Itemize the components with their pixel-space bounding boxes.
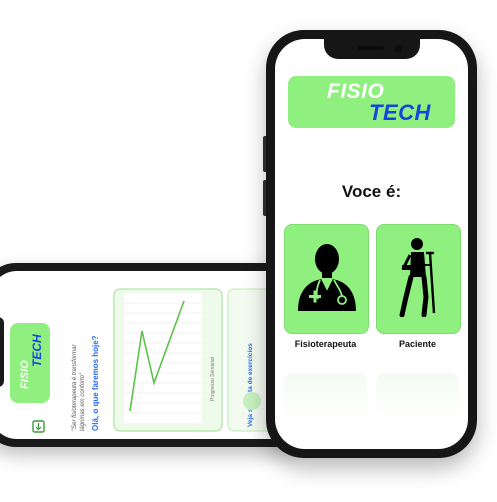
speaker [357,46,384,50]
back-notch [0,317,4,387]
back-greeting: Olá, o que faremos hoje? [91,335,100,431]
patient-crutch-icon [377,235,460,317]
chart-title: Progresso Semanal [210,357,216,401]
back-phone-screen: FISIO TECH "Ser fisioterapeuta é transfo… [0,271,300,439]
back-phone-content: FISIO TECH "Ser fisioterapeuta é transfo… [0,288,289,433]
reflection-card-left [284,373,367,421]
share-icon[interactable] [243,392,261,410]
front-phone-mockup: FISIO TECH Voce é: Fisioterapeuta Pacien… [263,30,477,458]
camera-icon [394,45,402,52]
role-question: Voce é: [341,182,402,201]
role-label-fisioterapeuta: Fisioterapeuta [294,339,357,349]
front-phone-screen: FISIO TECH Voce é: Fisioterapeuta Pacien… [275,39,468,449]
role-label-paciente: Paciente [398,339,437,349]
back-subtitle: "Ser fisioterapeuta é transformar lágrim… [72,343,86,431]
back-phone-mockup: FISIO TECH "Ser fisioterapeuta é transfo… [0,263,308,447]
front-notch [323,39,420,59]
back-logo-tech: TECH [30,334,44,367]
reflection-card-right [376,373,459,421]
doctor-icon [285,239,368,311]
logo-tech-text: TECH [369,100,431,125]
role-card-paciente[interactable] [376,224,461,334]
app-logo: FISIO TECH [288,76,455,128]
role-card-fisioterapeuta[interactable] [284,224,369,334]
exercise-link[interactable]: Veja sua lista de exercícios [247,343,254,427]
